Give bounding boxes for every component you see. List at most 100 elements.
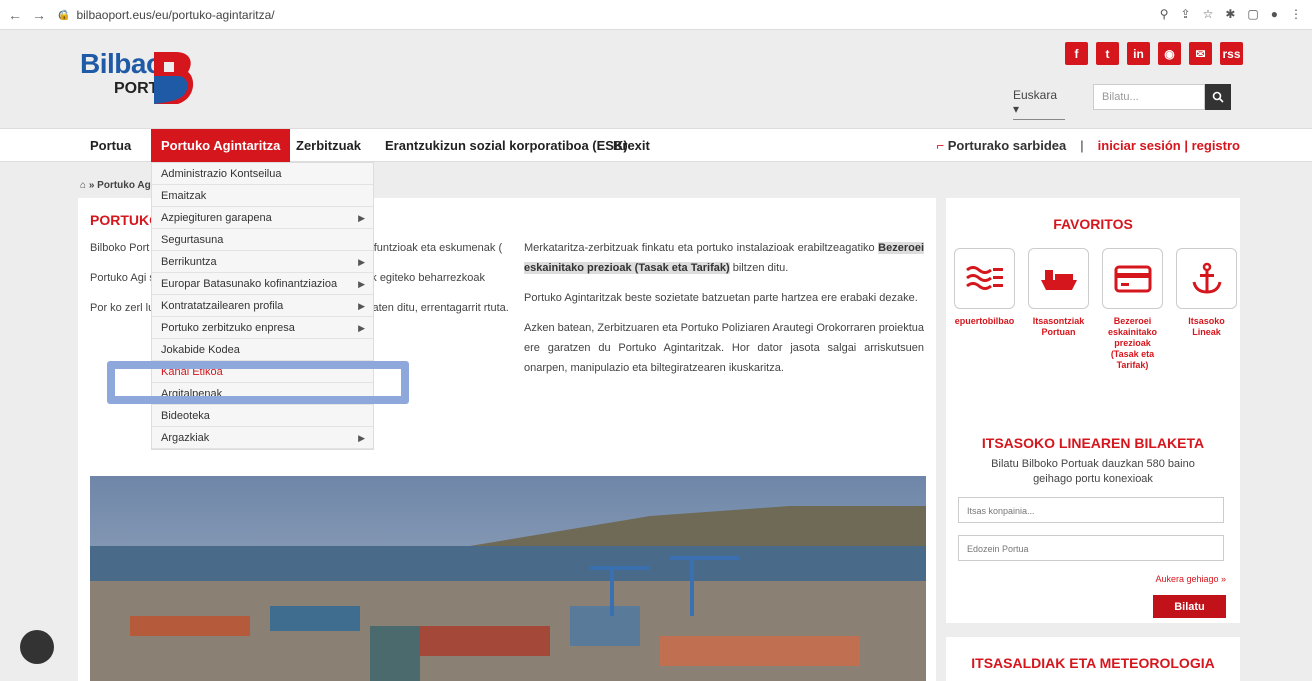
mail-icon[interactable]: ✉ [1189, 42, 1212, 65]
profile-icon[interactable]: ● [1271, 7, 1278, 21]
share-icon[interactable]: ⇪ [1181, 7, 1191, 21]
social-links: f t in ◉ ✉ rss [1065, 42, 1243, 65]
crane-icon: ⌐ [936, 138, 945, 153]
submenu-item[interactable]: Berrikuntza ▶ [152, 251, 373, 273]
zoom-icon[interactable]: ⚲ [1160, 7, 1169, 21]
nav-separator: | [1080, 138, 1084, 153]
fav-epuertobilbao[interactable]: epuertobilbao [954, 248, 1015, 371]
facebook-icon[interactable]: f [1065, 42, 1088, 65]
paragraph: Merkataritza-zerbitzuak finkatu eta port… [524, 238, 924, 278]
port-access-label: Porturako sarbidea [947, 138, 1067, 153]
favoritos-title: FAVORITOS [1053, 216, 1133, 232]
waves-icon [954, 248, 1015, 309]
fav-label: Itsasontziak Portuan [1032, 316, 1085, 337]
submenu-item[interactable]: Emaitzak [152, 185, 373, 207]
extensions-icon[interactable]: ✱ [1225, 7, 1235, 21]
fav-label: Bezeroei eskainitako prezioak (Tasak eta… [1107, 316, 1158, 370]
anchor-icon [1176, 248, 1237, 309]
submenu-item[interactable]: Argazkiak ▶ [152, 427, 373, 449]
login-link[interactable]: iniciar sesión | registro [1098, 129, 1240, 162]
nav-zerbitzuak[interactable]: Zerbitzuak [296, 129, 361, 162]
language-select[interactable]: Euskara ▾ [1013, 88, 1065, 120]
submenu-item-label: Europar Batasunako kofinantziazioa [161, 278, 338, 290]
submenu-item[interactable]: Bideoteka [152, 405, 373, 427]
content-right-column: Merkataritza-zerbitzuak finkatu eta port… [524, 238, 924, 388]
fav-itsasontziak[interactable]: Itsasontziak Portuan [1028, 248, 1089, 371]
logo-b-icon[interactable] [150, 50, 198, 106]
submenu-item[interactable]: Europar Batasunako kofinantziazioa ▶ [152, 273, 373, 295]
search-icon [1212, 91, 1224, 103]
location-icon[interactable]: ◉ [1158, 42, 1181, 65]
star-icon[interactable]: ☆ [1203, 7, 1214, 21]
paragraph: Portuko Agintaritzak beste sozietate bat… [524, 292, 918, 304]
browser-toolbar: ← → C 🔒 bilbaoport.eus/eu/portuko-aginta… [0, 0, 1312, 30]
meteo-card: ITSASALDIAK ETA METEOROLOGIA [946, 637, 1240, 681]
paragraph-text: Merkataritza-zerbitzuak finkatu eta port… [524, 242, 879, 254]
home-icon[interactable]: ⌂ [80, 180, 86, 191]
lock-icon: 🔒 [58, 9, 71, 21]
submenu-item[interactable]: Azpiegituren garapena ▶ [152, 207, 373, 229]
submenu-item[interactable]: Administrazio Kontseilua [152, 163, 373, 185]
submenu-item[interactable]: Kontratatzailearen profila ▶ [152, 295, 373, 317]
port-photo [90, 476, 926, 681]
breadcrumb-text[interactable]: » Portuko Ag [89, 180, 151, 191]
window-icon[interactable]: ▢ [1247, 7, 1258, 21]
fav-lineak[interactable]: Itsasoko Lineak [1176, 248, 1237, 371]
submenu-item-label: Kontratatzailearen profila [161, 300, 284, 312]
paragraph: Azken batean, Zerbitzuaren eta Portuko P… [524, 322, 924, 374]
nav-portua[interactable]: Portua [90, 129, 131, 162]
twitter-icon[interactable]: t [1096, 42, 1119, 65]
address-bar[interactable]: 🔒 bilbaoport.eus/eu/portuko-agintaritza/ [58, 4, 1298, 26]
more-options-link[interactable]: Aukera gehiago » [1155, 574, 1226, 584]
submenu-item[interactable]: Jokabide Kodea [152, 339, 373, 361]
linkedin-icon[interactable]: in [1127, 42, 1150, 65]
submenu-item-label: Bideoteka [161, 410, 210, 422]
fav-label: epuertobilbao [954, 316, 1015, 326]
submenu-item-label: Administrazio Kontseilua [161, 168, 282, 180]
fav-label: Itsasoko Lineak [1188, 316, 1225, 337]
nav-right: ⌐ Porturako sarbidea | iniciar sesión | … [937, 129, 1240, 162]
chat-widget-button[interactable] [20, 630, 54, 664]
port-select[interactable]: Edozein Portua [958, 535, 1224, 561]
submenu-item[interactable]: Segurtasuna [152, 229, 373, 251]
favoritos-grid: epuertobilbao Itsasontziak Portuan Bezer… [954, 248, 1237, 371]
site-header: Bilbao PORT f t in ◉ ✉ rss Euskara ▾ Bil… [0, 30, 1312, 128]
fav-prezioak[interactable]: Bezeroei eskainitako prezioak (Tasak eta… [1102, 248, 1163, 371]
lineak-description: Bilatu Bilboko Portuak dauzkan 580 baino… [991, 458, 1195, 485]
favoritos-card: FAVORITOS epuertobilbao Itsasontziak Por… [946, 198, 1240, 432]
page-title: PORTUKO [90, 212, 160, 228]
submenu-item[interactable]: Portuko zerbitzuko enpresa mailegatzaile… [152, 317, 373, 356]
port-access-link[interactable]: ⌐ Porturako sarbidea [937, 129, 1067, 162]
search-button[interactable] [1205, 84, 1231, 110]
caret-right-icon: ▶ [358, 257, 365, 267]
breadcrumb: ⌂ » Portuko Ag [80, 180, 151, 191]
company-input[interactable]: Itsas konpainia... [958, 497, 1224, 523]
highlight-box [107, 361, 409, 404]
submenu-item-label: Argazkiak [161, 432, 210, 444]
caret-right-icon: ▶ [358, 301, 365, 311]
caret-right-icon: ▶ [358, 279, 365, 289]
nav-brexit[interactable]: Brexit [613, 129, 650, 162]
menu-icon[interactable]: ⋮ [1290, 7, 1302, 21]
caret-right-icon: ▶ [358, 323, 365, 333]
back-button[interactable]: ← [6, 7, 24, 23]
caret-right-icon: ▶ [358, 213, 365, 223]
card-icon [1102, 248, 1163, 309]
lineak-search-card: ITSASOKO LINEAREN BILAKETA Bilatu Bilbok… [946, 417, 1240, 623]
nav-esk[interactable]: Erantzukizun sozial korporatiboa (ESK) [385, 129, 628, 162]
forward-button[interactable]: → [30, 7, 48, 23]
main-nav: Portua Portuko Agintaritza Zerbitzuak Er… [0, 128, 1312, 162]
submenu-item-label: Jokabide Kodea [161, 344, 240, 356]
nav-portuko-agintaritza[interactable]: Portuko Agintaritza [151, 129, 291, 162]
rss-icon[interactable]: rss [1220, 42, 1243, 65]
search-input[interactable]: Bilatu... [1093, 84, 1205, 110]
ship-icon [1028, 248, 1089, 309]
submenu-item-label: Emaitzak [161, 190, 207, 202]
submenu-portuko-agintaritza: Administrazio Kontseilua Emaitzak Azpieg… [151, 162, 374, 450]
caret-right-icon: ▶ [358, 433, 365, 443]
url-text: bilbaoport.eus/eu/portuko-agintaritza/ [76, 8, 275, 22]
lineak-title: ITSASOKO LINEAREN BILAKETA [981, 435, 1205, 451]
search-lines-button[interactable]: Bilatu [1153, 595, 1226, 618]
submenu-item-label: Segurtasuna [161, 234, 224, 246]
meteo-title: ITSASALDIAK ETA METEOROLOGIA [971, 655, 1215, 671]
